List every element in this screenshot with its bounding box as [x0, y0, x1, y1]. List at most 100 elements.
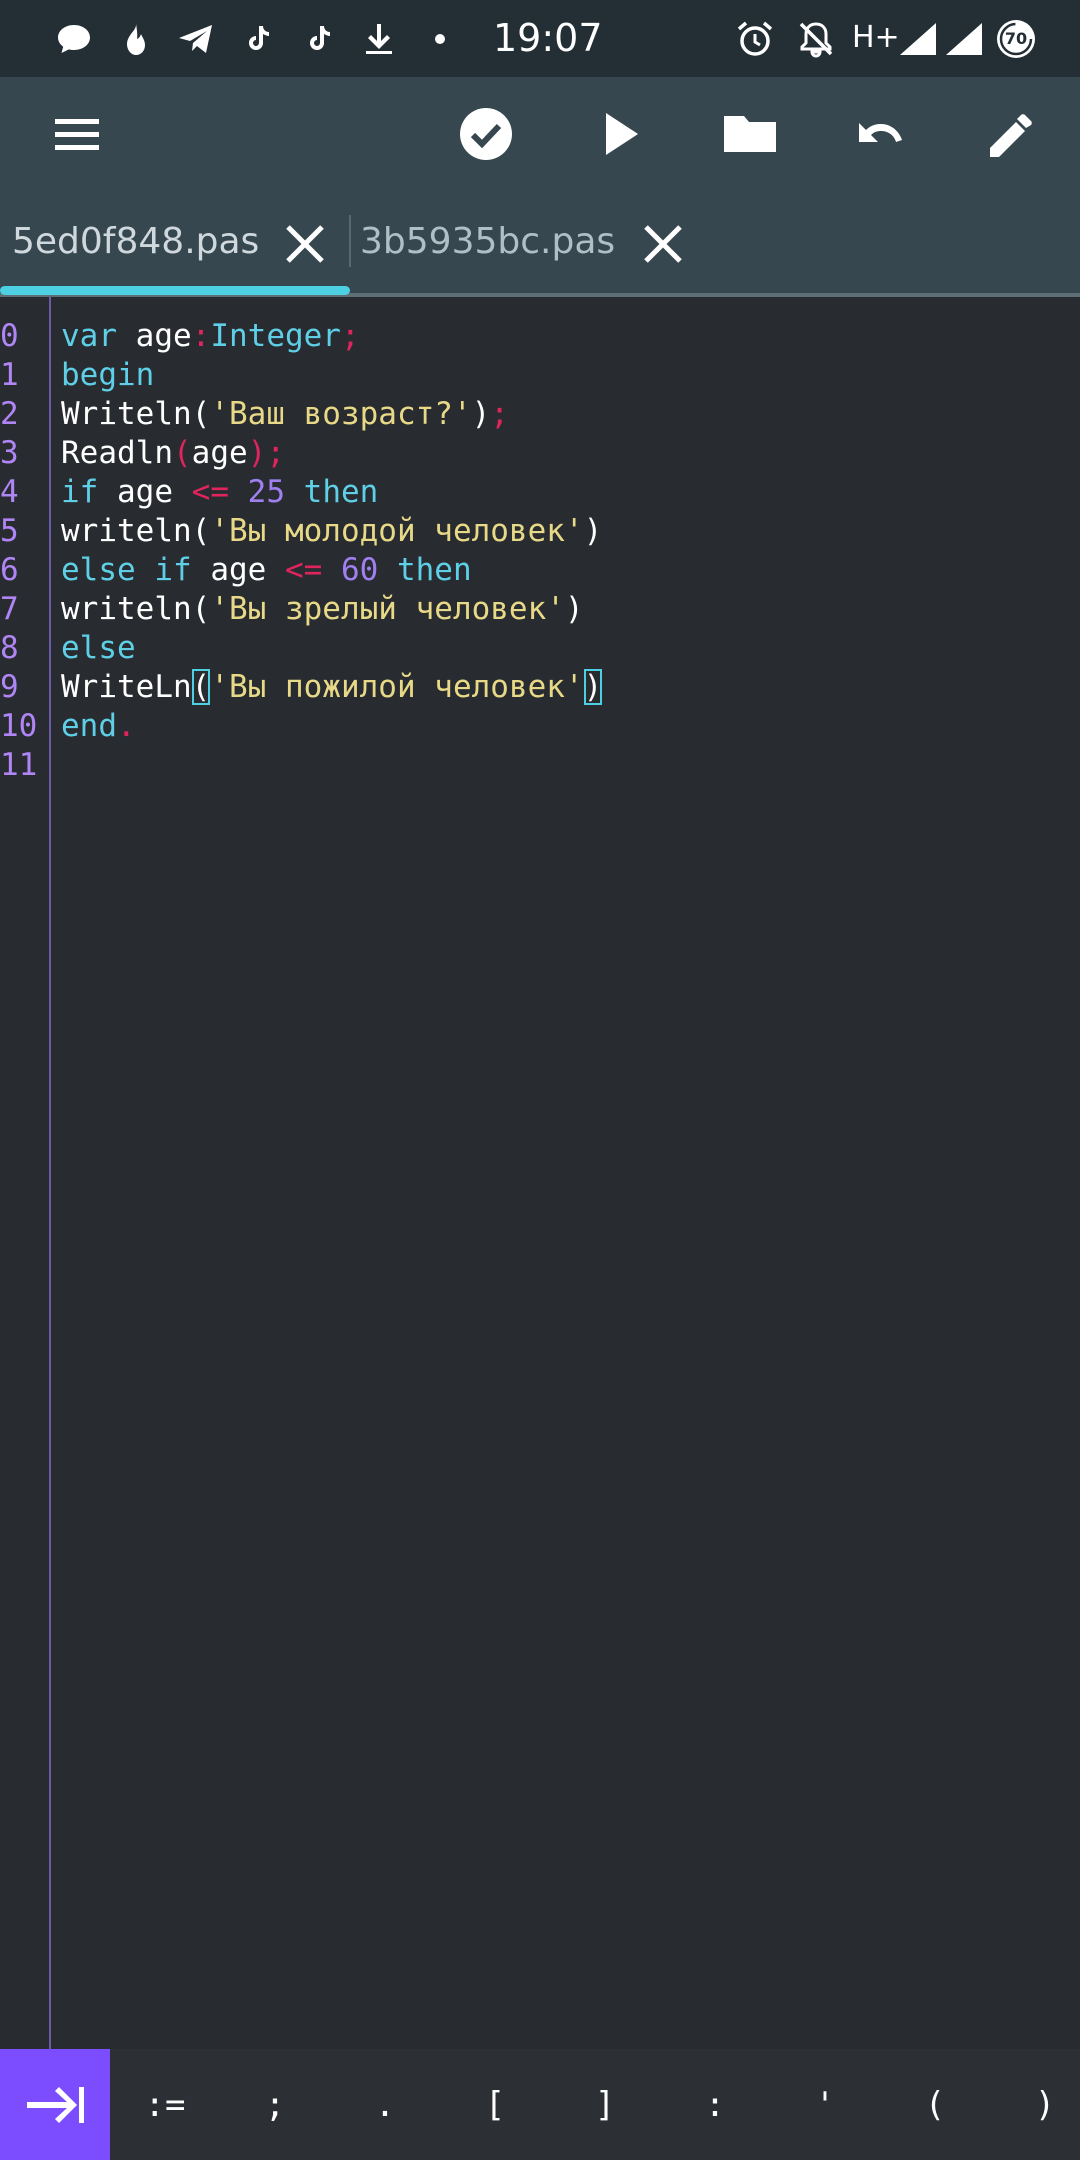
clock: 19:07	[493, 16, 603, 60]
code-text: Readln(age);	[61, 434, 285, 473]
extra-key[interactable]: :=	[110, 2049, 220, 2160]
menu-button[interactable]	[44, 101, 110, 167]
dot-icon	[418, 17, 462, 61]
code-line[interactable]: 5 writeln('Вы молодой человек')	[0, 512, 1080, 551]
folder-icon	[724, 116, 776, 152]
code-token: Writeln(	[61, 396, 211, 432]
tab-divider	[349, 215, 351, 267]
code-line[interactable]: 9 WriteLn('Вы пожилой человек')	[0, 668, 1080, 707]
compile-button[interactable]	[453, 101, 519, 167]
extra-key[interactable]: )	[990, 2049, 1080, 2160]
tab-file-2[interactable]: 3b5935bc.pas	[352, 189, 692, 297]
tab-key[interactable]	[0, 2049, 110, 2160]
network-type: H+	[852, 20, 900, 55]
code-token: age	[98, 474, 192, 510]
code-token: )	[583, 513, 603, 549]
code-line[interactable]: 2 Writeln('Ваш возраст?');	[0, 395, 1080, 434]
line-number: 11	[0, 747, 38, 783]
code-token: ;	[490, 396, 509, 432]
line-number: 2	[0, 396, 19, 432]
code-line[interactable]: 1 begin	[0, 356, 1080, 395]
code-token: WriteLn	[61, 669, 192, 705]
code-text: Writeln('Ваш возраст?');	[61, 395, 509, 434]
extra-keys-bar: :=;.[]: '()	[0, 2049, 1080, 2160]
code-line[interactable]: 4 if age <= 25 then	[0, 473, 1080, 512]
file-tabs: 5ed0f848.pas 3b5935bc.pas	[0, 189, 1080, 297]
code-token: if	[61, 474, 99, 510]
undo-icon	[859, 123, 902, 142]
run-button[interactable]	[587, 101, 653, 167]
code-editor[interactable]: 0 var age:Integer; 1 begin 2 Writeln('Ваш воз…	[0, 297, 1080, 2049]
flame-icon	[113, 17, 157, 61]
code-line[interactable]: 7 writeln('Вы зрелый человек')	[0, 590, 1080, 629]
edit-button[interactable]	[979, 101, 1045, 167]
active-tab-indicator	[0, 286, 350, 295]
play-icon	[606, 113, 638, 155]
menu-icon	[55, 119, 99, 150]
code-text: begin	[61, 356, 154, 395]
code-text: var age:Integer;	[61, 317, 360, 356]
code-token: age	[191, 435, 248, 471]
code-line[interactable]: 6 else if age <= 60 then	[0, 551, 1080, 590]
code-token: age	[117, 318, 192, 354]
pencil-icon	[990, 114, 1032, 157]
code-line[interactable]: 8 else	[0, 629, 1080, 668]
code-text: else	[61, 629, 136, 668]
download-icon	[357, 17, 401, 61]
extra-key[interactable]: :	[660, 2049, 770, 2160]
code-line[interactable]: 10 end.	[0, 707, 1080, 746]
tab-arrow-icon	[27, 2086, 84, 2123]
battery-saver-icon: 70	[994, 17, 1038, 61]
code-line[interactable]: 0 var age:Integer;	[0, 317, 1080, 356]
code-token: 25	[247, 474, 285, 510]
telegram-icon	[174, 17, 218, 61]
extra-key[interactable]: ]	[550, 2049, 660, 2160]
extra-key[interactable]: [	[440, 2049, 550, 2160]
code-line[interactable]: 11	[0, 746, 1080, 785]
code-token: else	[61, 630, 136, 666]
code-text: if age <= 25 then	[61, 473, 378, 512]
code-token: Readln	[61, 435, 173, 471]
code-token: 'Вы пожилой человек'	[210, 669, 584, 705]
code-line[interactable]: 3 Readln(age);	[0, 434, 1080, 473]
undo-button[interactable]	[848, 101, 914, 167]
extra-key[interactable]: '	[770, 2049, 880, 2160]
open-folder-button[interactable]	[717, 101, 783, 167]
bell-off-icon	[794, 17, 838, 61]
code-token: .	[117, 708, 136, 744]
code-token: end	[61, 708, 117, 744]
code-token: :	[191, 318, 211, 354]
line-number: 6	[0, 552, 19, 588]
code-text: else if age <= 60 then	[61, 551, 472, 590]
code-token: )	[564, 591, 584, 627]
battery-level: 70	[1004, 29, 1028, 48]
matched-bracket: (	[191, 669, 211, 705]
extra-key[interactable]: (	[880, 2049, 990, 2160]
close-tab-button[interactable]	[638, 219, 688, 269]
signal-icon	[942, 17, 986, 61]
line-number: 0	[0, 318, 19, 354]
code-token: );	[247, 435, 285, 471]
line-number: 5	[0, 513, 19, 549]
tab-label: 3b5935bc.pas	[360, 221, 616, 262]
extra-key[interactable]: ;	[220, 2049, 330, 2160]
tab-file-1[interactable]: 5ed0f848.pas	[0, 189, 350, 297]
line-number: 8	[0, 630, 19, 666]
chat-bubble-icon	[52, 17, 96, 61]
line-number: 10	[0, 708, 38, 744]
close-tab-button[interactable]	[280, 219, 330, 269]
line-number: 3	[0, 435, 19, 471]
code-text: end.	[61, 707, 136, 746]
code-token: Integer	[210, 318, 341, 354]
code-text: WriteLn('Вы пожилой человек')	[61, 668, 603, 707]
tiktok-icon	[235, 17, 279, 61]
code-token: age	[191, 552, 285, 588]
alarm-icon	[733, 17, 777, 61]
code-token: 'Вы зрелый человек'	[210, 591, 565, 627]
code-token: if	[154, 552, 192, 588]
extra-key[interactable]: .	[330, 2049, 440, 2160]
code-token: ;	[340, 318, 360, 354]
